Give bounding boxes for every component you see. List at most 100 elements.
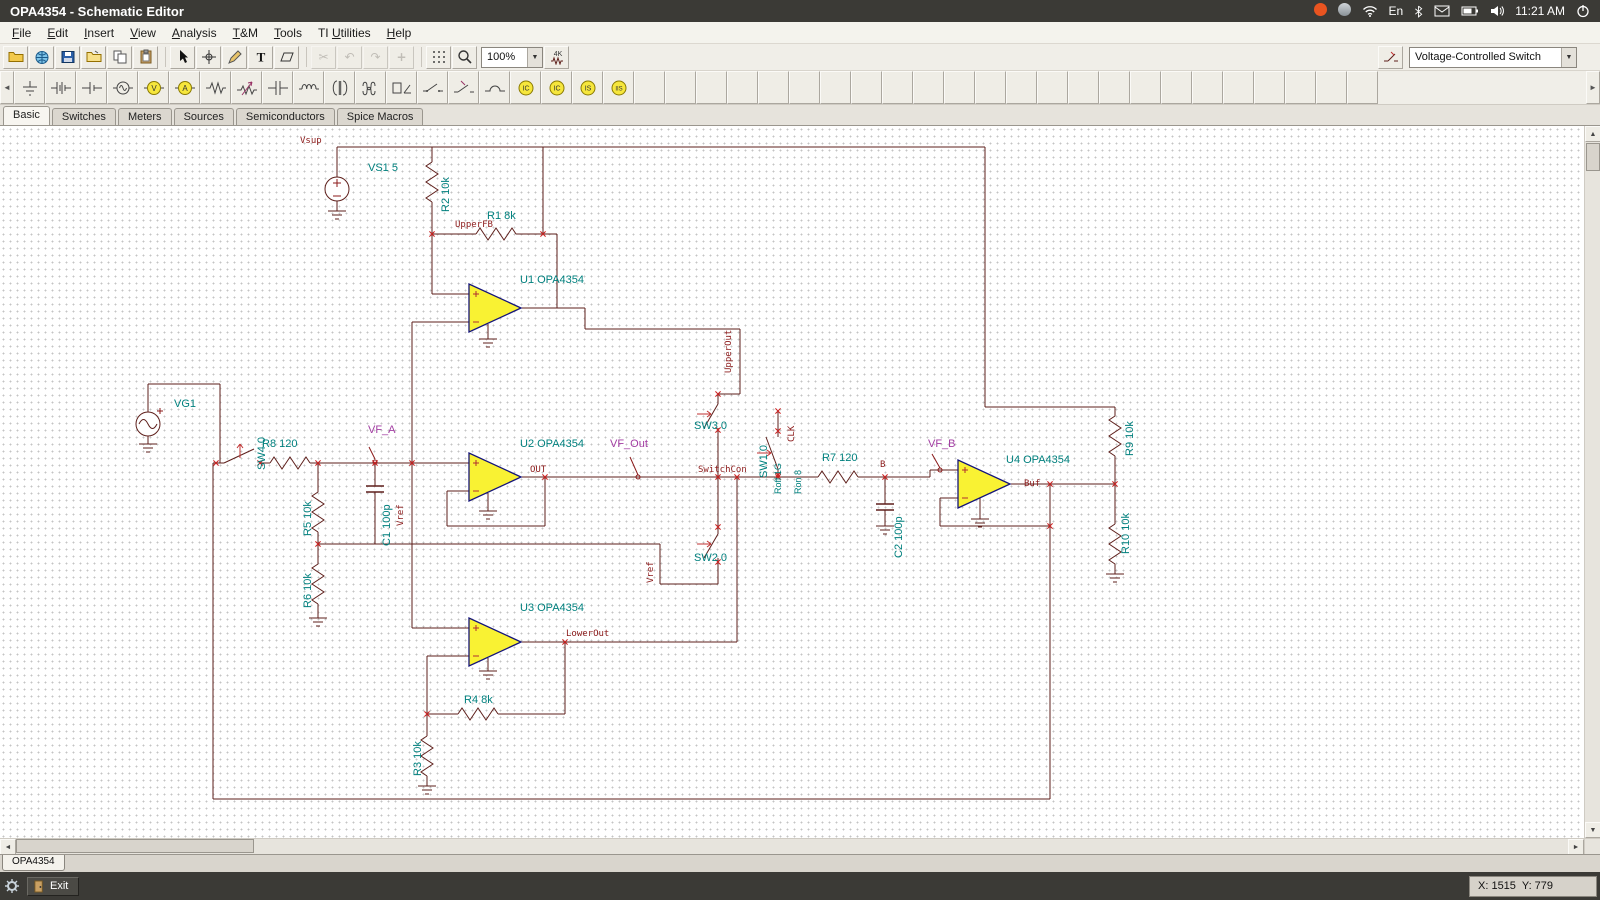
ubuntu-orb-icon[interactable] [1314,3,1327,19]
schematic-label[interactable]: Buf [1024,478,1040,490]
ammeter-icon[interactable]: A [169,71,200,104]
ground-icon[interactable] [14,71,45,104]
schematic-label[interactable]: SW2 0 [694,552,727,564]
tab-switches[interactable]: Switches [52,108,116,125]
pen-tool-button[interactable] [222,46,247,69]
battery-icon[interactable] [1461,6,1479,16]
copy-button[interactable] [107,46,132,69]
schematic-label[interactable]: VF_Out [610,438,648,450]
voltmeter-icon[interactable]: V [138,71,169,104]
component-select-arrow[interactable]: ▼ [1561,48,1576,67]
schematic-label[interactable]: R6 10k [302,573,314,608]
schematic-label[interactable]: B [880,459,885,471]
add-button[interactable]: + [389,46,414,69]
is-source-icon[interactable]: IS [572,71,603,104]
horizontal-scrollbar[interactable]: ◄ ► [0,838,1600,854]
scroll-up-icon[interactable]: ▲ [1585,126,1600,142]
transformer-icon[interactable] [324,71,355,104]
zoom-tool-button[interactable] [452,46,477,69]
relay-icon[interactable] [386,71,417,104]
component-select[interactable]: Voltage-Controlled Switch ▼ [1409,47,1577,68]
cell-icon[interactable] [76,71,107,104]
schematic-label[interactable]: U1 OPA4354 [520,274,584,286]
status-gear-icon[interactable] [2,876,22,896]
undo-button[interactable]: ↶ [337,46,362,69]
schematic-label[interactable]: C2 100p [893,516,905,558]
exit-button[interactable]: Exit [27,877,79,896]
schematic-label[interactable]: R1 8k [487,210,516,222]
menu-view[interactable]: View [122,23,164,43]
ic-opamp-icon[interactable]: IC [510,71,541,104]
horizontal-scroll-thumb[interactable] [16,839,254,853]
schematic-label[interactable]: R2 10k [440,177,452,212]
schematic-label[interactable]: C1 100p [381,504,393,546]
wire-tool-button[interactable] [196,46,221,69]
me-sphere-icon[interactable] [1338,3,1351,19]
grid-toggle-button[interactable] [426,46,451,69]
open-macro-button[interactable] [81,46,106,69]
tab-meters[interactable]: Meters [118,108,172,125]
menu-ti-utilities[interactable]: TI Utilities [310,23,379,43]
mail-icon[interactable] [1434,5,1450,17]
menu-help[interactable]: Help [379,23,420,43]
ic-macro-icon[interactable]: IC [541,71,572,104]
potentiometer-icon[interactable] [231,71,262,104]
palette-scroll-left-icon[interactable]: ◄ [0,71,14,104]
vertical-scrollbar[interactable]: ▲ ▼ [1584,126,1600,838]
shape-tool-button[interactable] [274,46,299,69]
scroll-right-icon[interactable]: ► [1568,839,1584,855]
macro-4k-button[interactable]: 4K [544,46,569,69]
palette-scroll-right-icon[interactable]: ► [1586,71,1600,104]
schematic-label[interactable]: R3 10k [412,741,424,776]
switch-controlled-icon[interactable] [448,71,479,104]
battery-icon[interactable] [45,71,76,104]
schematic-label[interactable]: UpperOut [723,330,735,373]
schematic-label[interactable]: VF_B [928,438,956,450]
open-web-button[interactable] [29,46,54,69]
schematic-label[interactable]: U2 OPA4354 [520,438,584,450]
tab-spice-macros[interactable]: Spice Macros [337,108,424,125]
select-cursor-button[interactable] [170,46,195,69]
resistor-icon[interactable] [200,71,231,104]
schematic-label[interactable]: SwitchCon [698,464,747,476]
menu-insert[interactable]: Insert [76,23,122,43]
wifi-icon[interactable] [1362,5,1378,17]
schematic-label[interactable]: Ron 8 [792,470,804,494]
schematic-label[interactable]: VS1 5 [368,162,398,174]
schematic-label[interactable]: VG1 [174,398,196,410]
schematic-label[interactable]: Vref [395,504,407,526]
selected-component-icon[interactable] [1378,46,1403,69]
tab-semiconductors[interactable]: Semiconductors [236,108,335,125]
jumper-icon[interactable] [479,71,510,104]
generator-icon[interactable] [107,71,138,104]
paste-button[interactable] [133,46,158,69]
menu-analysis[interactable]: Analysis [164,23,225,43]
schematic-label[interactable]: U4 OPA4354 [1006,454,1070,466]
schematic-label[interactable]: R10 10k [1120,513,1132,554]
scroll-down-icon[interactable]: ▼ [1585,822,1600,838]
schematic-label[interactable]: R9 10k [1124,421,1136,456]
schematic-label[interactable]: Vref [645,561,657,583]
menu-tools[interactable]: Tools [266,23,310,43]
schematic-label[interactable]: R4 8k [464,694,493,706]
power-icon[interactable] [1576,4,1590,18]
open-file-button[interactable] [3,46,28,69]
schematic-label[interactable]: CLK [786,426,798,442]
menu-t-m[interactable]: T&M [225,23,266,43]
text-tool-button[interactable]: T [248,46,273,69]
zoom-select[interactable]: 100%▼ [481,47,543,68]
save-button[interactable] [55,46,80,69]
inductor-icon[interactable] [293,71,324,104]
switch-no-icon[interactable] [417,71,448,104]
schematic-label[interactable]: LowerOut [566,628,609,640]
schematic-label[interactable]: R7 120 [822,452,857,464]
capacitor-icon[interactable] [262,71,293,104]
sheet-tab-opa4354[interactable]: OPA4354 [2,855,65,871]
schematic-label[interactable]: OUT [530,464,546,476]
bluetooth-icon[interactable] [1414,5,1423,18]
schematic-label[interactable]: Roff 1G [772,463,784,494]
scroll-left-icon[interactable]: ◄ [0,839,16,855]
vertical-scroll-thumb[interactable] [1586,143,1600,171]
schematic-label[interactable]: U3 OPA4354 [520,602,584,614]
zoom-dropdown-arrow[interactable]: ▼ [527,48,542,67]
